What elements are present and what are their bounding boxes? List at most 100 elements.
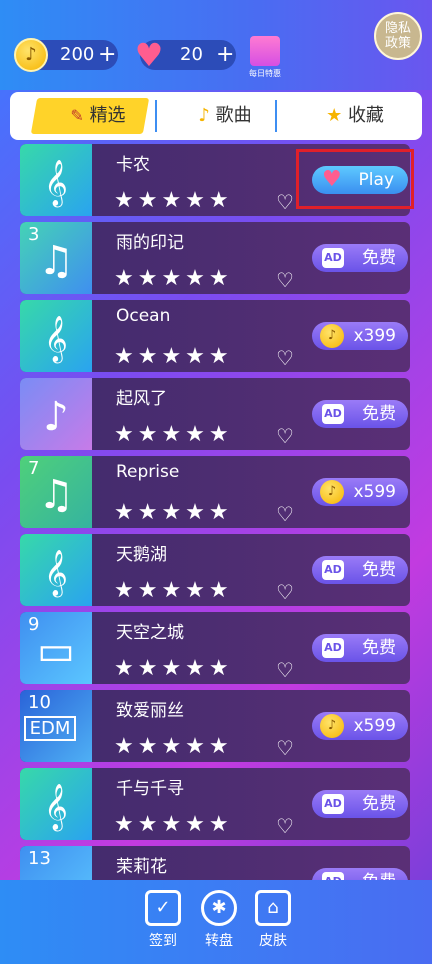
tab-divider	[275, 100, 277, 132]
privacy-line1: 隐私	[384, 21, 411, 36]
heart-count: 20	[180, 44, 203, 65]
calendar-check-icon: ✓	[145, 890, 181, 926]
free-with-ad-button[interactable]: AD 免费	[312, 634, 408, 662]
song-card-6[interactable]: 𝄞 天鹅湖 ★★★★★ ♡ AD 免费	[20, 534, 410, 606]
wheel-icon: ✱	[201, 890, 237, 926]
song-thumbnail: 7 ♫	[20, 456, 92, 528]
song-thumbnail: 3 ♫	[20, 222, 92, 294]
star-rating: ★★★★★	[114, 500, 233, 525]
nav-label: 皮肤	[259, 933, 287, 949]
guitar-icon: ♪	[43, 394, 69, 440]
action-label: 免费	[362, 560, 396, 580]
song-title: 致爱丽丝	[116, 701, 184, 721]
song-title: Ocean	[116, 306, 171, 326]
shop-icon: ⌂	[255, 890, 291, 926]
treble-clef-icon: 𝄞	[44, 316, 68, 362]
free-with-ad-button[interactable]: AD 免费	[312, 556, 408, 584]
song-title: 起风了	[116, 389, 167, 409]
song-card-2[interactable]: 3 ♫ 雨的印记 ★★★★★ ♡ AD 免费	[20, 222, 410, 294]
favorite-heart-icon[interactable]: ♡	[276, 502, 294, 526]
song-title: 雨的印记	[116, 233, 184, 253]
star-rating: ★★★★★	[114, 812, 233, 837]
favorite-heart-icon[interactable]: ♡	[276, 190, 294, 214]
nav-skins[interactable]: ⌂ 皮肤	[248, 890, 298, 950]
ad-badge: AD	[322, 794, 344, 814]
star-rating: ★★★★★	[114, 344, 233, 369]
favorite-heart-icon[interactable]: ♡	[276, 346, 294, 370]
star-rating: ★★★★★	[114, 578, 233, 603]
free-with-ad-button[interactable]: AD 免费	[312, 790, 408, 818]
nav-wheel[interactable]: ✱ 转盘	[194, 890, 244, 950]
song-title: 天鹅湖	[116, 545, 167, 565]
song-title: 天空之城	[116, 623, 184, 643]
tab-divider	[155, 100, 157, 132]
sheet-music-icon: ♫	[38, 472, 74, 518]
favorite-heart-icon[interactable]: ♡	[276, 658, 294, 682]
free-with-ad-button[interactable]: AD 免费	[312, 244, 408, 272]
sheet-music-icon: ♫	[38, 238, 74, 284]
heart-icon: ♥	[134, 36, 164, 74]
nav-checkin[interactable]: ✓ 签到	[138, 890, 188, 950]
favorite-heart-icon[interactable]: ♡	[276, 736, 294, 760]
song-thumbnail: 𝄞	[20, 144, 92, 216]
piano-icon: ▭	[37, 628, 75, 674]
song-title: Reprise	[116, 462, 180, 482]
action-label: x599	[353, 482, 396, 502]
star-rating: ★★★★★	[114, 422, 233, 447]
favorite-heart-icon[interactable]: ♡	[276, 814, 294, 838]
song-rank: 13	[28, 848, 51, 869]
ad-badge: AD	[322, 248, 344, 268]
add-hearts-icon[interactable]: +	[216, 40, 234, 70]
top-bar: 200 + ♪ 20 + ♥ 每日特惠 隐私 政策	[0, 0, 432, 90]
action-label: 免费	[362, 248, 396, 268]
buy-with-coins-button[interactable]: ♪ x599	[312, 712, 408, 740]
song-card-3[interactable]: 𝄞 Ocean ★★★★★ ♡ ♪ x399	[20, 300, 410, 372]
song-card-7[interactable]: 9 ▭ 天空之城 ★★★★★ ♡ AD 免费	[20, 612, 410, 684]
ad-badge: AD	[322, 560, 344, 580]
action-label: x599	[353, 716, 396, 736]
coin-icon: ♪	[320, 480, 344, 504]
song-card-5[interactable]: 7 ♫ Reprise ★★★★★ ♡ ♪ x599	[20, 456, 410, 528]
star-rating: ★★★★★	[114, 266, 233, 291]
tag-icon: ✎	[70, 106, 84, 125]
song-title: 茉莉花	[116, 857, 167, 877]
favorite-heart-icon[interactable]: ♡	[276, 424, 294, 448]
tab-bar: ✎ 精选 ♪ 歌曲 ★ 收藏	[10, 92, 422, 140]
nav-label: 签到	[149, 933, 177, 949]
add-coins-icon[interactable]: +	[98, 40, 116, 70]
song-card-8[interactable]: 10 EDM 致爱丽丝 ★★★★★ ♡ ♪ x599	[20, 690, 410, 762]
tab-featured[interactable]: ✎ 精选	[52, 92, 144, 140]
treble-clef-icon: 𝄞	[44, 550, 68, 596]
privacy-policy-button[interactable]: 隐私 政策	[374, 12, 422, 60]
gift-label: 每日特惠	[249, 69, 281, 78]
gift-icon[interactable]	[250, 36, 280, 66]
song-thumbnail: ♪	[20, 378, 92, 450]
star-icon: ★	[326, 105, 343, 126]
tab-favorites[interactable]: ★ 收藏	[300, 92, 410, 140]
star-rating: ★★★★★	[114, 656, 233, 681]
action-label: 免费	[362, 638, 396, 658]
song-thumbnail: 10 EDM	[20, 690, 92, 762]
tab-label: 精选	[89, 105, 126, 126]
favorite-heart-icon[interactable]: ♡	[276, 268, 294, 292]
bottom-nav: ✓ 签到 ✱ 转盘 ⌂ 皮肤	[0, 880, 432, 964]
song-thumbnail: 𝄞	[20, 300, 92, 372]
tab-songs[interactable]: ♪ 歌曲	[170, 92, 280, 140]
privacy-line2: 政策	[384, 36, 411, 51]
song-card-9[interactable]: 𝄞 千与千寻 ★★★★★ ♡ AD 免费	[20, 768, 410, 840]
song-thumbnail: 𝄞	[20, 768, 92, 840]
song-thumbnail: 9 ▭	[20, 612, 92, 684]
song-card-4[interactable]: ♪ 起风了 ★★★★★ ♡ AD 免费	[20, 378, 410, 450]
song-title: 卡农	[116, 155, 150, 175]
nav-label: 转盘	[205, 933, 233, 949]
favorite-heart-icon[interactable]: ♡	[276, 580, 294, 604]
action-label: 免费	[362, 404, 396, 424]
ad-badge: AD	[322, 638, 344, 658]
buy-with-coins-button[interactable]: ♪ x399	[312, 322, 408, 350]
free-with-ad-button[interactable]: AD 免费	[312, 400, 408, 428]
buy-with-coins-button[interactable]: ♪ x599	[312, 478, 408, 506]
star-rating: ★★★★★	[114, 188, 233, 213]
edm-label: EDM	[24, 716, 76, 741]
tab-label: 收藏	[347, 105, 384, 126]
song-rank: 10	[28, 692, 51, 713]
